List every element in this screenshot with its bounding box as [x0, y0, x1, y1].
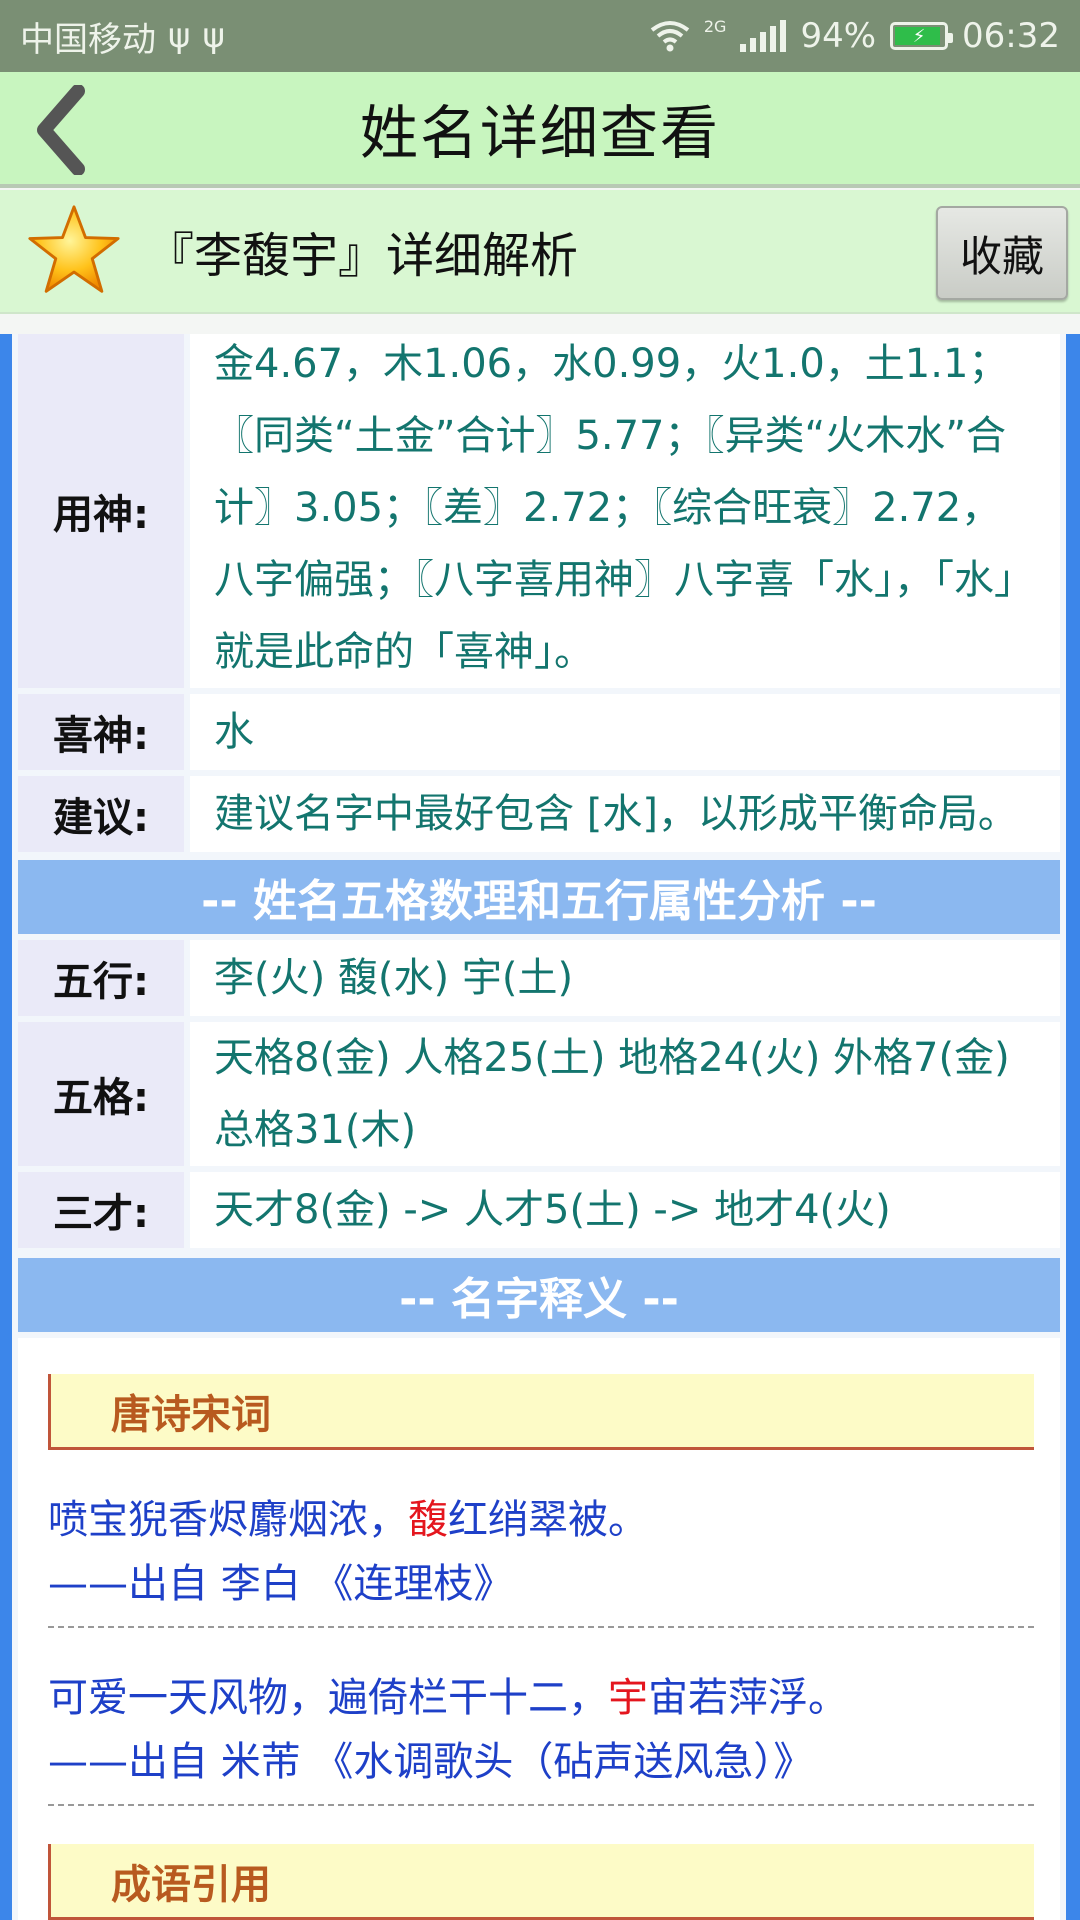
network-type-label: 2G [703, 16, 727, 36]
poem-item[interactable]: 喷宝猊香烬麝烟浓，馥红绡翠被。 ——出自 李白 《连理枝》 [48, 1488, 1034, 1628]
poem-line: 可爱一天风物，遍倚栏干十二，宇宙若萍浮。 [48, 1675, 848, 1721]
category-idioms: 成语引用 [48, 1844, 1034, 1920]
poem-line: 喷宝猊香烬麝烟浓，馥红绡翠被。 [48, 1497, 648, 1543]
row-label: 用神: [18, 334, 184, 688]
back-arrow-icon [37, 85, 85, 175]
row-value: 水 [190, 694, 1060, 770]
row-label: 五格: [18, 1022, 184, 1166]
row-suggestion: 建议: 建议名字中最好包含 [水]，以形成平衡命局。 [18, 776, 1060, 852]
signal-icon [740, 20, 787, 52]
title-bar: 姓名详细查看 [0, 72, 1080, 188]
favorite-button[interactable]: 收藏 [936, 206, 1068, 300]
row-label: 五行: [18, 940, 184, 1016]
category-poems: 唐诗宋词 [48, 1374, 1034, 1450]
section-header-wuge: -- 姓名五格数理和五行属性分析 -- [18, 860, 1060, 934]
usb-debug-icon: ψ [202, 16, 225, 56]
meaning-section: 唐诗宋词 喷宝猊香烬麝烟浓，馥红绡翠被。 ——出自 李白 《连理枝》 可爱一天风… [18, 1338, 1060, 1920]
row-value: 建议名字中最好包含 [水]，以形成平衡命局。 [190, 776, 1060, 852]
back-button[interactable] [22, 82, 102, 178]
row-wuge: 五格: 天格8(金) 人格25(土) 地格24(火) 外格7(金) 总格31(木… [18, 1022, 1060, 1166]
analysis-panel: 用神: 金4.67，木1.06，水0.99，火1.0，土1.1；〖同类“土金”合… [12, 334, 1066, 1920]
row-value: 天格8(金) 人格25(土) 地格24(火) 外格7(金) 总格31(木) [190, 1022, 1060, 1166]
carrier-label: 中国移动 [20, 19, 156, 60]
divider [48, 1804, 1034, 1806]
divider [48, 1626, 1034, 1628]
row-wuxing: 五行: 李(火) 馥(水) 宇(土) [18, 940, 1060, 1016]
poem-source: ——出自 米芾 《水调歌头（砧声送风急）》 [48, 1739, 814, 1785]
row-xishen: 喜神: 水 [18, 694, 1060, 770]
battery-percent: 94% [800, 16, 877, 56]
row-label: 三才: [18, 1172, 184, 1248]
page-title: 姓名详细查看 [359, 99, 720, 167]
row-value: 金4.67，木1.06，水0.99，火1.0，土1.1；〖同类“土金”合计〗5.… [190, 334, 1060, 688]
clock: 06:32 [962, 16, 1060, 56]
poem-source: ——出自 李白 《连理枝》 [48, 1561, 514, 1607]
name-detail-header: 『李馥宇』详细解析 收藏 [0, 190, 1080, 314]
row-value: 天才8(金) -> 人才5(土) -> 地才4(火) [190, 1172, 1060, 1248]
row-sancai: 三才: 天才8(金) -> 人才5(土) -> 地才4(火) [18, 1172, 1060, 1248]
poem-item[interactable]: 可爱一天风物，遍倚栏干十二，宇宙若萍浮。 ——出自 米芾 《水调歌头（砧声送风急… [48, 1666, 1034, 1806]
wifi-icon [650, 21, 690, 52]
battery-icon: ⚡ [890, 22, 954, 50]
row-label: 建议: [18, 776, 184, 852]
content-area[interactable]: 用神: 金4.67，木1.06，水0.99，火1.0，土1.1；〖同类“土金”合… [0, 334, 1080, 1920]
star-icon [28, 205, 120, 293]
row-value: 李(火) 馥(水) 宇(土) [190, 940, 1060, 1016]
yongshen-text: 金4.67，木1.06，水0.99，火1.0，土1.1；〖同类“土金”合计〗5.… [214, 341, 1034, 675]
section-header-meaning: -- 名字释义 -- [18, 1258, 1060, 1332]
row-yongshen: 用神: 金4.67，木1.06，水0.99，火1.0，土1.1；〖同类“土金”合… [18, 334, 1060, 688]
usb-icon: ψ [168, 16, 191, 56]
detail-title: 『李馥宇』详细解析 [146, 228, 579, 284]
row-label: 喜神: [18, 694, 184, 770]
status-bar: 中国移动 ψ ψ 2G 94% ⚡ 06:32 [0, 0, 1080, 72]
